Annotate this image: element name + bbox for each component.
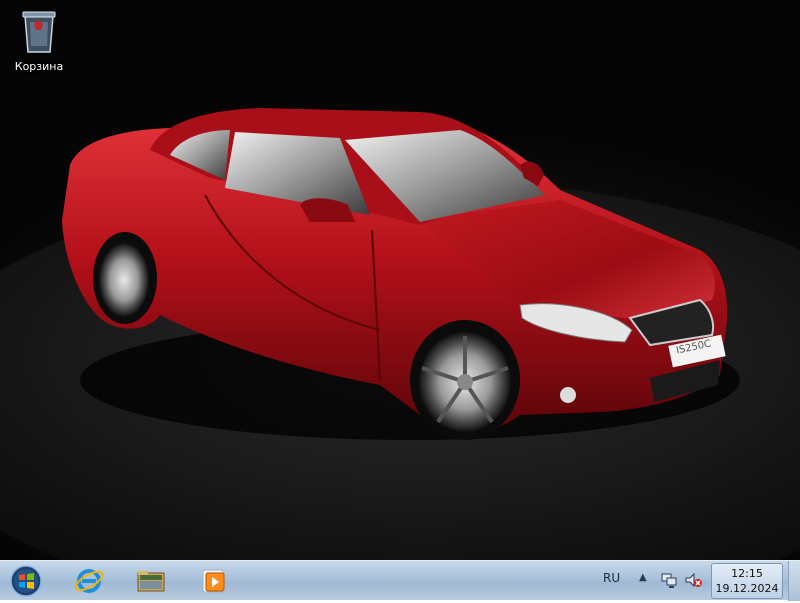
show-desktop-button[interactable]: [788, 561, 800, 601]
show-hidden-icons-button[interactable]: ▲: [639, 572, 651, 588]
taskbar[interactable]: RU ▲ 12:15 19.12.2024: [0, 560, 800, 601]
internet-explorer-icon: [74, 569, 104, 593]
clock-date: 19.12.2024: [715, 582, 779, 595]
tray-volume-button[interactable]: [684, 570, 702, 590]
wallpaper-car-image: [0, 108, 800, 560]
chevron-up-icon: ▲: [639, 572, 647, 583]
network-icon: [661, 573, 677, 588]
start-button[interactable]: [6, 563, 46, 599]
folder-icon: [137, 571, 165, 592]
volume-muted-icon: [685, 572, 702, 588]
desktop[interactable]: IS250C Корзина: [0, 0, 800, 560]
desktop-icon-label: Корзина: [14, 60, 64, 73]
media-player-icon: [202, 569, 225, 593]
recycle-bin-icon: [22, 11, 56, 53]
taskbar-internet-explorer-button[interactable]: [62, 563, 116, 599]
taskbar-windows-explorer-button[interactable]: [124, 563, 178, 599]
windows-start-icon: [10, 565, 42, 597]
desktop-icon-recycle-bin[interactable]: Корзина: [6, 4, 72, 76]
language-indicator[interactable]: RU: [603, 571, 620, 585]
tray-network-button[interactable]: [660, 570, 678, 590]
clock-time: 12:15: [731, 567, 763, 580]
taskbar-clock[interactable]: 12:15 19.12.2024: [711, 563, 783, 599]
taskbar-media-player-button[interactable]: [186, 563, 240, 599]
